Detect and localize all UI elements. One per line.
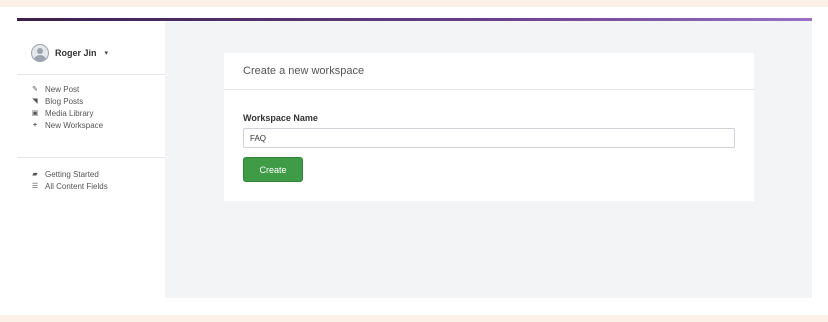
chevron-down-icon: ▾ — [104, 50, 109, 57]
sidebar-item-label: Media Library — [45, 109, 94, 118]
image-icon: ▣ — [31, 110, 39, 117]
book-icon: ▰ — [32, 171, 38, 178]
sidebar-item-label: New Workspace — [45, 121, 104, 130]
sidebar-divider — [17, 157, 165, 158]
rss-icon: ◥ — [32, 98, 38, 105]
plus-icon: + — [32, 122, 38, 129]
sidebar-item-label: Blog Posts — [45, 97, 84, 106]
sidebar-nav-primary: ✎ New Post ◥ Blog Posts ▣ Media Library … — [31, 84, 103, 132]
sidebar-item-label: New Post — [45, 85, 80, 94]
workspace-name-label: Workspace Name — [243, 113, 318, 123]
user-menu[interactable]: Roger Jin ▾ — [31, 44, 108, 62]
create-workspace-card: Create a new workspace Workspace Name Cr… — [224, 53, 754, 201]
create-button[interactable]: Create — [243, 157, 303, 182]
user-name: Roger Jin — [55, 48, 97, 58]
sidebar-item-label: All Content Fields — [45, 182, 108, 191]
sidebar-divider — [17, 74, 165, 75]
card-title: Create a new workspace — [243, 65, 365, 77]
sidebar-item-label: Getting Started — [45, 170, 99, 179]
list-icon: ☰ — [31, 183, 39, 190]
sidebar-item-media-library[interactable]: ▣ Media Library — [31, 108, 103, 120]
workspace-name-input[interactable] — [243, 128, 735, 148]
sidebar-item-all-content-fields[interactable]: ☰ All Content Fields — [31, 181, 108, 193]
sidebar-item-new-post[interactable]: ✎ New Post — [31, 84, 103, 96]
sidebar-nav-secondary: ▰ Getting Started ☰ All Content Fields — [31, 169, 108, 193]
sidebar: Roger Jin ▾ ✎ New Post ◥ Blog Posts ▣ Me… — [17, 21, 165, 298]
avatar — [31, 44, 49, 62]
sidebar-item-getting-started[interactable]: ▰ Getting Started — [31, 169, 108, 181]
sidebar-item-blog-posts[interactable]: ◥ Blog Posts — [31, 96, 103, 108]
sidebar-item-new-workspace[interactable]: + New Workspace — [31, 120, 103, 132]
card-header: Create a new workspace — [224, 53, 754, 90]
pencil-icon: ✎ — [32, 86, 38, 93]
